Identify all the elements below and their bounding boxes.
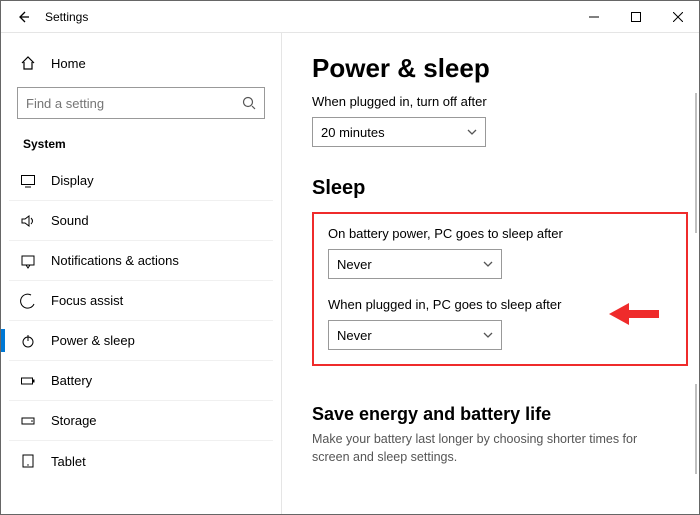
sidebar-item-storage[interactable]: Storage — [9, 401, 273, 441]
sleep-battery-select[interactable]: Never — [328, 249, 502, 279]
sleep-battery-label: On battery power, PC goes to sleep after — [328, 226, 586, 241]
sidebar-item-label: Battery — [51, 373, 92, 388]
nav-home-label: Home — [51, 56, 86, 71]
page-title: Power & sleep — [312, 53, 669, 84]
back-button[interactable] — [9, 3, 37, 31]
notifications-icon — [19, 253, 37, 269]
main-content: Power & sleep When plugged in, turn off … — [282, 33, 699, 514]
storage-icon — [19, 413, 37, 429]
sound-icon — [19, 213, 37, 229]
sidebar-item-tablet[interactable]: Tablet — [9, 441, 273, 481]
sidebar-item-label: Tablet — [51, 454, 86, 469]
search-box[interactable] — [17, 87, 265, 119]
screen-plugged-select[interactable]: 20 minutes — [312, 117, 486, 147]
sleep-heading: Sleep — [312, 177, 669, 200]
battery-icon — [19, 373, 37, 389]
sidebar-item-focus-assist[interactable]: Focus assist — [9, 281, 273, 321]
screen-plugged-label: When plugged in, turn off after — [312, 94, 669, 109]
tablet-icon — [19, 453, 37, 469]
sidebar: Home System Display Sound Notifications … — [1, 33, 281, 514]
select-value: 20 minutes — [321, 125, 385, 140]
scrollbar[interactable] — [695, 93, 697, 233]
sleep-plugged-select[interactable]: Never — [328, 320, 502, 350]
maximize-button[interactable] — [615, 1, 657, 33]
chevron-down-icon — [483, 330, 493, 340]
home-icon — [19, 55, 37, 71]
sidebar-item-label: Display — [51, 173, 94, 188]
select-value: Never — [337, 328, 372, 343]
scrollbar[interactable] — [695, 384, 697, 474]
chevron-down-icon — [467, 127, 477, 137]
sidebar-item-label: Power & sleep — [51, 333, 135, 348]
sidebar-item-label: Focus assist — [51, 293, 123, 308]
sidebar-item-power-sleep[interactable]: Power & sleep — [9, 321, 273, 361]
sidebar-item-label: Sound — [51, 213, 89, 228]
sidebar-item-sound[interactable]: Sound — [9, 201, 273, 241]
nav-home[interactable]: Home — [9, 45, 273, 81]
minimize-button[interactable] — [573, 1, 615, 33]
sidebar-item-notifications[interactable]: Notifications & actions — [9, 241, 273, 281]
annotation-arrow-icon — [609, 303, 659, 325]
back-arrow-icon — [16, 10, 30, 24]
titlebar: Settings — [1, 1, 699, 33]
energy-subtitle: Make your battery last longer by choosin… — [312, 431, 669, 466]
focus-assist-icon — [19, 293, 37, 309]
annotation-highlight-box: On battery power, PC goes to sleep after… — [312, 212, 688, 366]
select-value: Never — [337, 257, 372, 272]
close-button[interactable] — [657, 1, 699, 33]
power-icon — [19, 333, 37, 349]
sidebar-item-label: Storage — [51, 413, 97, 428]
chevron-down-icon — [483, 259, 493, 269]
sidebar-item-display[interactable]: Display — [9, 161, 273, 201]
sidebar-item-battery[interactable]: Battery — [9, 361, 273, 401]
window-buttons — [573, 1, 699, 33]
search-input[interactable] — [26, 96, 242, 111]
search-icon — [242, 96, 256, 110]
sidebar-section-label: System — [9, 129, 273, 161]
display-icon — [19, 173, 37, 189]
window-title: Settings — [45, 10, 88, 24]
energy-title: Save energy and battery life — [312, 404, 669, 425]
sidebar-item-label: Notifications & actions — [51, 253, 179, 268]
sleep-plugged-label: When plugged in, PC goes to sleep after — [328, 297, 586, 312]
